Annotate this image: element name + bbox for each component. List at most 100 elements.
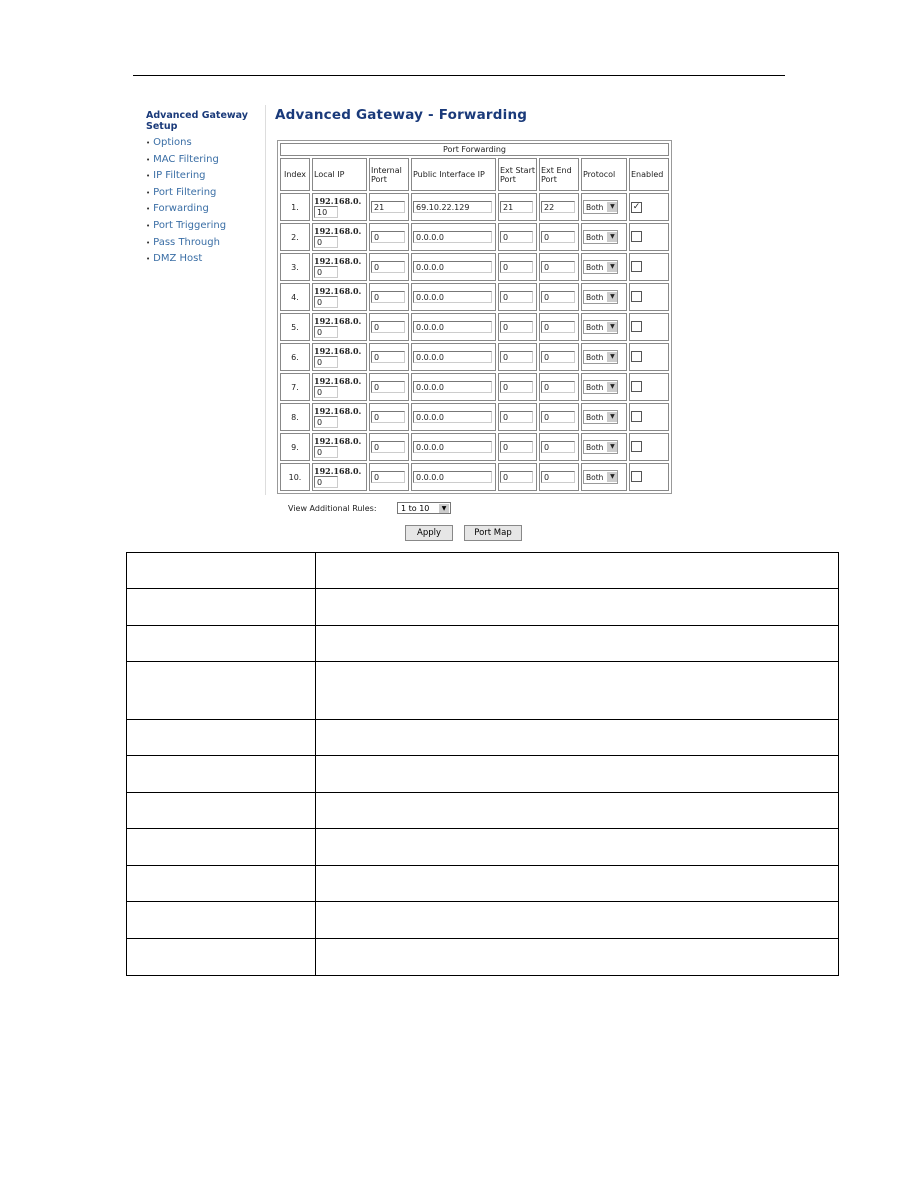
local-ip-input[interactable]: 0 bbox=[314, 385, 338, 398]
ext-end-port-input[interactable]: 0 bbox=[541, 261, 575, 273]
ext-end-port-input[interactable]: 0 bbox=[541, 231, 575, 243]
internal-port-input[interactable]: 0 bbox=[371, 291, 405, 303]
local-ip-input[interactable]: 0 bbox=[314, 475, 338, 488]
protocol-select[interactable]: Both ▼ bbox=[583, 230, 619, 244]
ext-start-port-input[interactable]: 0 bbox=[500, 231, 533, 243]
description-detail-cell bbox=[315, 755, 839, 793]
enabled-checkbox[interactable] bbox=[631, 380, 642, 392]
ext-end-port-input[interactable]: 0 bbox=[541, 321, 575, 333]
internal-port-input[interactable]: 0 bbox=[371, 351, 405, 363]
enabled-checkbox[interactable]: ✓ bbox=[631, 201, 642, 213]
ext-start-port-input[interactable]: 0 bbox=[500, 321, 533, 333]
column-header: Protocol bbox=[581, 158, 627, 191]
local-ip-input[interactable]: 0 bbox=[314, 265, 338, 278]
public-ip-cell: 69.10.22.129 bbox=[411, 193, 496, 221]
enabled-checkbox[interactable] bbox=[631, 230, 642, 242]
internal-port-input[interactable]: 0 bbox=[371, 231, 405, 243]
protocol-select[interactable]: Both ▼ bbox=[583, 260, 619, 274]
ext-end-port-input[interactable]: 0 bbox=[541, 411, 575, 423]
ext-end-port-cell: 0 bbox=[539, 283, 579, 311]
internal-port-input[interactable]: 0 bbox=[371, 411, 405, 423]
protocol-select[interactable]: Both ▼ bbox=[583, 470, 619, 484]
local-ip-input[interactable]: 0 bbox=[314, 355, 338, 368]
ext-start-port-cell: 0 bbox=[498, 373, 537, 401]
internal-port-input[interactable]: 0 bbox=[371, 381, 405, 393]
ext-end-port-input[interactable]: 22 bbox=[541, 201, 575, 213]
public-ip-input[interactable]: 69.10.22.129 bbox=[413, 201, 492, 213]
description-row bbox=[126, 552, 839, 589]
public-ip-input[interactable]: 0.0.0.0 bbox=[413, 231, 492, 243]
protocol-cell: Both ▼ bbox=[581, 463, 627, 491]
table-row: 1. 192.168.0. 10 21 69.10.22.129 21 22 Both ▼ ✓ bbox=[280, 193, 669, 221]
public-ip-input[interactable]: 0.0.0.0 bbox=[413, 411, 492, 423]
row-index: 8. bbox=[280, 403, 310, 431]
ext-end-port-input[interactable]: 0 bbox=[541, 471, 575, 483]
ext-start-port-input[interactable]: 0 bbox=[500, 291, 533, 303]
protocol-select[interactable]: Both ▼ bbox=[583, 440, 619, 454]
protocol-select[interactable]: Both ▼ bbox=[583, 290, 619, 304]
sidebar-item-pass-through[interactable]: • Pass Through bbox=[146, 235, 261, 252]
public-ip-input[interactable]: 0.0.0.0 bbox=[413, 471, 492, 483]
chevron-down-icon: ▼ bbox=[607, 232, 618, 242]
public-ip-input[interactable]: 0.0.0.0 bbox=[413, 291, 492, 303]
public-ip-input[interactable]: 0.0.0.0 bbox=[413, 351, 492, 363]
sidebar-item-mac-filtering[interactable]: • MAC Filtering bbox=[146, 152, 261, 169]
ext-end-port-input[interactable]: 0 bbox=[541, 381, 575, 393]
internal-port-input[interactable]: 0 bbox=[371, 471, 405, 483]
protocol-select[interactable]: Both ▼ bbox=[583, 350, 619, 364]
internal-port-input[interactable]: 0 bbox=[371, 261, 405, 273]
sidebar-item-options[interactable]: • Options bbox=[146, 135, 261, 152]
row-index: 2. bbox=[280, 223, 310, 251]
enabled-checkbox[interactable] bbox=[631, 320, 642, 332]
public-ip-input[interactable]: 0.0.0.0 bbox=[413, 441, 492, 453]
ext-start-port-input[interactable]: 0 bbox=[500, 351, 533, 363]
local-ip-input[interactable]: 0 bbox=[314, 325, 338, 338]
protocol-select[interactable]: Both ▼ bbox=[583, 320, 619, 334]
ext-start-port-input[interactable]: 0 bbox=[500, 411, 533, 423]
table-row: 9. 192.168.0. 0 0 0.0.0.0 0 0 Both ▼ bbox=[280, 433, 669, 461]
enabled-checkbox[interactable] bbox=[631, 410, 642, 422]
sidebar: Advanced Gateway Setup • Options • MAC Filt… bbox=[146, 110, 261, 268]
local-ip-prefix: 192.168.0. bbox=[314, 405, 362, 416]
sidebar-item-port-filtering[interactable]: • Port Filtering bbox=[146, 185, 261, 202]
enabled-checkbox[interactable] bbox=[631, 260, 642, 272]
internal-port-input[interactable]: 0 bbox=[371, 321, 405, 333]
internal-port-input[interactable]: 21 bbox=[371, 201, 405, 213]
local-ip-input[interactable]: 0 bbox=[314, 295, 338, 308]
protocol-select[interactable]: Both ▼ bbox=[583, 200, 619, 214]
apply-button[interactable]: Apply bbox=[405, 525, 453, 541]
protocol-select[interactable]: Both ▼ bbox=[583, 410, 619, 424]
enabled-checkbox[interactable] bbox=[631, 440, 642, 452]
ext-start-port-input[interactable]: 0 bbox=[500, 261, 533, 273]
enabled-checkbox[interactable] bbox=[631, 350, 642, 362]
public-ip-input[interactable]: 0.0.0.0 bbox=[413, 261, 492, 273]
public-ip-input[interactable]: 0.0.0.0 bbox=[413, 321, 492, 333]
local-ip-input[interactable]: 0 bbox=[314, 415, 338, 428]
enabled-checkbox[interactable] bbox=[631, 470, 642, 482]
ext-end-port-input[interactable]: 0 bbox=[541, 441, 575, 453]
internal-port-input[interactable]: 0 bbox=[371, 441, 405, 453]
sidebar-item-ip-filtering[interactable]: • IP Filtering bbox=[146, 168, 261, 185]
protocol-select[interactable]: Both ▼ bbox=[583, 380, 619, 394]
ext-start-port-input[interactable]: 0 bbox=[500, 471, 533, 483]
local-ip-input[interactable]: 0 bbox=[314, 235, 338, 248]
local-ip-input[interactable]: 0 bbox=[314, 445, 338, 458]
sidebar-item-port-triggering[interactable]: • Port Triggering bbox=[146, 218, 261, 235]
enabled-checkbox[interactable] bbox=[631, 290, 642, 302]
local-ip-input[interactable]: 10 bbox=[314, 205, 338, 218]
sidebar-item-forwarding[interactable]: • Forwarding bbox=[146, 201, 261, 218]
sidebar-item-dmz-host[interactable]: • DMZ Host bbox=[146, 251, 261, 268]
internal-port-cell: 0 bbox=[369, 223, 409, 251]
port-map-button[interactable]: Port Map bbox=[464, 525, 522, 541]
description-term-cell bbox=[126, 901, 316, 939]
port-forwarding-table: Port Forwarding Index Local IP Internal Po… bbox=[277, 140, 672, 494]
ext-start-port-input[interactable]: 21 bbox=[500, 201, 533, 213]
local-ip-cell: 192.168.0. 0 bbox=[312, 223, 367, 251]
ext-end-port-input[interactable]: 0 bbox=[541, 351, 575, 363]
ext-start-port-input[interactable]: 0 bbox=[500, 441, 533, 453]
public-ip-input[interactable]: 0.0.0.0 bbox=[413, 381, 492, 393]
ext-start-port-input[interactable]: 0 bbox=[500, 381, 533, 393]
description-detail-cell bbox=[315, 661, 839, 720]
view-additional-rules-select[interactable]: 1 to 10 ▼ bbox=[397, 502, 451, 514]
ext-end-port-input[interactable]: 0 bbox=[541, 291, 575, 303]
